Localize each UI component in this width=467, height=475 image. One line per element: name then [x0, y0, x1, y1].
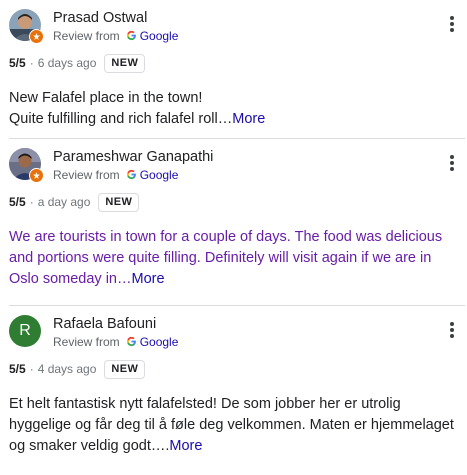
source-label: Review from — [53, 28, 120, 43]
review-header: R Rafaela Bafouni Review from Google — [9, 315, 459, 349]
review-source: Review from Google — [53, 336, 178, 348]
review-header: Parameshwar Ganapathi Review from Google — [9, 148, 459, 183]
review-text: Et helt fantastisk nytt falafelsted! De … — [9, 394, 459, 457]
review-source: Review from Google — [53, 169, 213, 181]
more-options-icon[interactable] — [445, 14, 459, 34]
review-meta: 5/5 · 4 days ago NEW — [9, 358, 459, 380]
review-time: a day ago — [37, 195, 91, 209]
source-brand: Google — [139, 167, 179, 182]
review-text-line: Quite fulfilling and rich falafel roll… — [9, 111, 233, 127]
avatar[interactable]: R — [9, 315, 41, 347]
more-link[interactable]: More — [132, 271, 165, 287]
rating: 5/5 — [9, 362, 26, 376]
source-brand: Google — [139, 28, 179, 43]
new-badge: NEW — [104, 359, 146, 379]
author-name[interactable]: Parameshwar Ganapathi — [53, 150, 213, 165]
review-meta: 5/5 · a day ago NEW — [9, 191, 459, 213]
separator: · — [29, 56, 34, 70]
separator: · — [29, 195, 34, 209]
rating: 5/5 — [9, 56, 26, 70]
review-meta: 5/5 · 6 days ago NEW — [9, 52, 459, 74]
review-time: 6 days ago — [37, 56, 97, 70]
avatar[interactable] — [9, 148, 44, 183]
new-badge: NEW — [98, 192, 140, 212]
review-source: Review from Google — [53, 30, 178, 42]
review-header: Prasad Ostwal Review from Google — [9, 9, 459, 44]
source-brand: Google — [139, 334, 179, 349]
new-badge: NEW — [104, 53, 146, 73]
more-link[interactable]: More — [169, 438, 202, 454]
google-logo-icon — [126, 30, 136, 41]
avatar[interactable] — [9, 9, 44, 44]
review-text: New Falafel place in the town! Quite ful… — [9, 88, 459, 130]
author-name[interactable]: Prasad Ostwal — [53, 11, 178, 26]
avatar-letter: R — [9, 315, 41, 347]
review-time: 4 days ago — [37, 362, 97, 376]
review-card: R Rafaela Bafouni Review from Google 5/5… — [0, 306, 467, 475]
google-logo-icon — [126, 336, 136, 347]
rating: 5/5 — [9, 195, 26, 209]
source-label: Review from — [53, 334, 120, 349]
source-label: Review from — [53, 167, 120, 182]
more-link[interactable]: More — [232, 111, 265, 127]
separator: · — [29, 362, 34, 376]
review-text-content: We are tourists in town for a couple of … — [9, 229, 443, 287]
more-options-icon[interactable] — [445, 153, 459, 173]
review-text-line: New Falafel place in the town! — [9, 90, 203, 106]
more-options-icon[interactable] — [445, 320, 459, 340]
google-logo-icon — [126, 169, 136, 180]
local-guide-badge-icon — [29, 168, 44, 183]
review-text-content: Et helt fantastisk nytt falafelsted! De … — [9, 396, 454, 454]
review-text[interactable]: We are tourists in town for a couple of … — [9, 227, 459, 290]
review-card: Prasad Ostwal Review from Google 5/5 · 6… — [0, 0, 467, 138]
review-card: Parameshwar Ganapathi Review from Google… — [0, 139, 467, 305]
author-name[interactable]: Rafaela Bafouni — [53, 317, 178, 332]
local-guide-badge-icon — [29, 29, 44, 44]
